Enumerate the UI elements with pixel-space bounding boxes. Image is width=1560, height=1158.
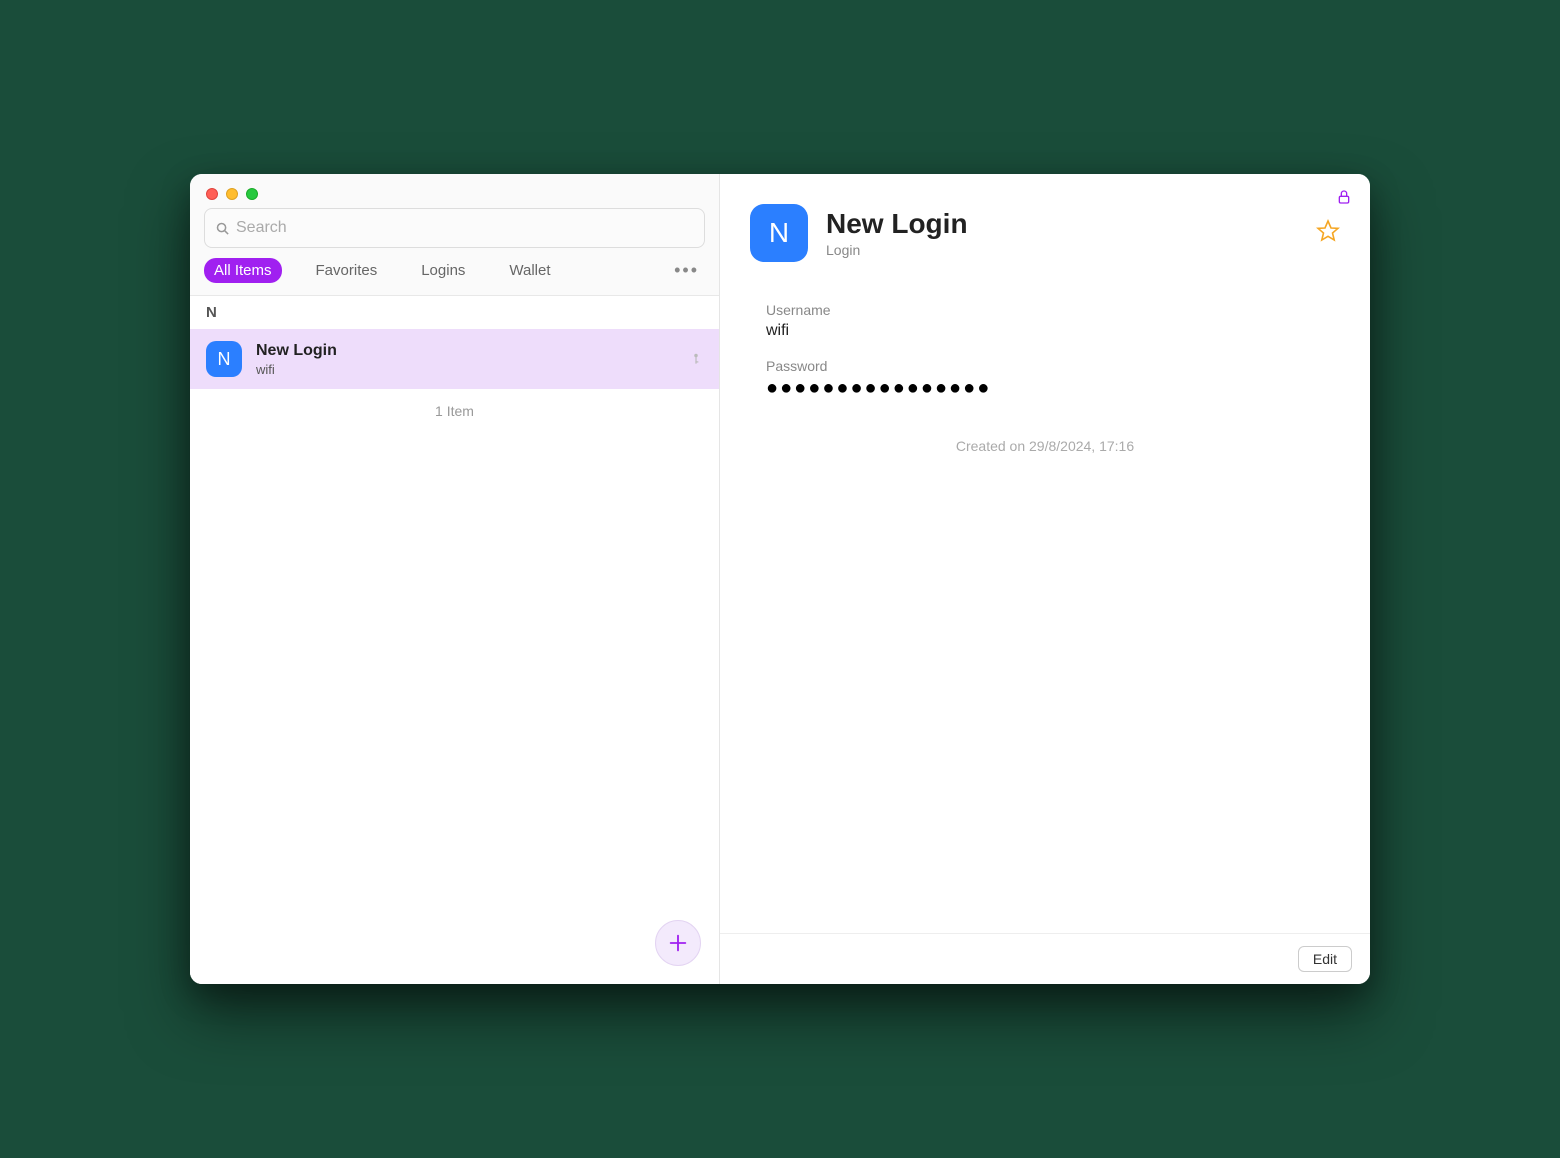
tab-favorites[interactable]: Favorites xyxy=(306,258,388,283)
search-field[interactable] xyxy=(204,208,705,248)
close-window-button[interactable] xyxy=(206,188,218,200)
detail-avatar: N xyxy=(750,204,808,262)
list-section-header: N xyxy=(190,296,719,329)
sidebar: All Items Favorites Logins Wallet ••• N … xyxy=(190,174,720,984)
username-value: wifi xyxy=(766,322,1324,340)
username-label: Username xyxy=(766,302,1324,318)
detail-fields: Username wifi Password ●●●●●●●●●●●●●●●● … xyxy=(720,282,1370,474)
item-subtitle: wifi xyxy=(256,362,675,377)
password-label: Password xyxy=(766,358,1324,374)
tab-logins[interactable]: Logins xyxy=(411,258,475,283)
edit-button[interactable]: Edit xyxy=(1298,946,1352,972)
app-window: All Items Favorites Logins Wallet ••• N … xyxy=(190,174,1370,984)
detail-footer: Edit xyxy=(720,933,1370,984)
lock-icon xyxy=(1336,188,1352,206)
username-field[interactable]: Username wifi xyxy=(766,302,1324,340)
detail-panel: N New Login Login Username wifi Password… xyxy=(720,174,1370,984)
search-icon xyxy=(215,221,230,236)
detail-type: Login xyxy=(826,242,1298,258)
tab-all-items[interactable]: All Items xyxy=(204,258,282,283)
item-list: N N New Login wifi 1 Item xyxy=(190,296,719,984)
item-avatar: N xyxy=(206,341,242,377)
detail-title: New Login xyxy=(826,208,1298,240)
item-count: 1 Item xyxy=(190,389,719,433)
window-controls xyxy=(190,174,719,208)
star-icon xyxy=(1316,219,1340,243)
password-field[interactable]: Password ●●●●●●●●●●●●●●●● xyxy=(766,358,1324,398)
detail-header: N New Login Login xyxy=(720,174,1370,282)
favorite-button[interactable] xyxy=(1316,219,1340,248)
maximize-window-button[interactable] xyxy=(246,188,258,200)
category-tabs: All Items Favorites Logins Wallet ••• xyxy=(190,258,719,296)
add-item-button[interactable] xyxy=(655,920,701,966)
item-body: New Login wifi xyxy=(256,342,675,377)
list-item[interactable]: N New Login wifi xyxy=(190,329,719,389)
plus-icon xyxy=(667,932,689,954)
more-tabs-button[interactable]: ••• xyxy=(668,260,705,281)
created-timestamp: Created on 29/8/2024, 17:16 xyxy=(766,438,1324,454)
tab-wallet[interactable]: Wallet xyxy=(499,258,560,283)
item-title: New Login xyxy=(256,342,675,360)
minimize-window-button[interactable] xyxy=(226,188,238,200)
lock-button[interactable] xyxy=(1336,188,1352,211)
password-value: ●●●●●●●●●●●●●●●● xyxy=(766,378,1324,398)
key-icon xyxy=(689,352,703,366)
search-input[interactable] xyxy=(236,219,694,237)
